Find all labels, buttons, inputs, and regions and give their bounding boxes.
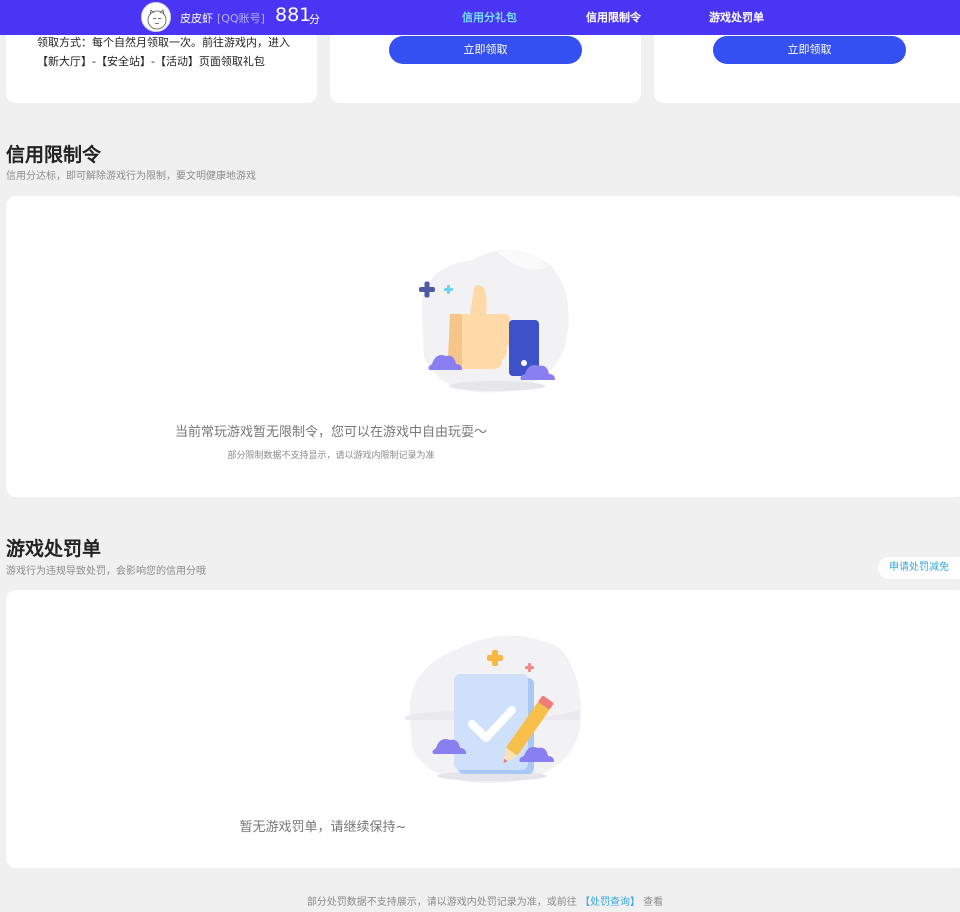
section-title-penalty: 游戏处罚单: [6, 538, 102, 560]
top-bar: 皮皮虾 [QQ账号] 881 分 信用分礼包 信用限制令 游戏处罚单: [0, 0, 960, 37]
section-title-restriction: 信用限制令: [6, 144, 102, 166]
pencil-checkmark-illustration: [405, 635, 581, 784]
penalty-empty-message: 暂无游戏罚单，请继续保持~: [239, 820, 407, 835]
footer-note-text: 部分处罚数据不支持展示，请以游戏内处罚记录为准，或前往: [306, 897, 577, 908]
tab-credit-restriction[interactable]: 信用限制令: [586, 9, 641, 25]
claim-gift-button[interactable]: 立即领取: [389, 36, 582, 64]
apply-penalty-relief-button[interactable]: 申请处罚减免: [878, 557, 960, 579]
restriction-panel: 当前常玩游戏暂无限制令，您可以在游戏中自由玩耍～ 部分限制数据不支持显示，请以游…: [6, 196, 960, 497]
restriction-empty-note: 部分限制数据不支持显示，请以游戏内限制记录为准: [227, 451, 435, 461]
penalty-query-link[interactable]: 【处罚查询】: [580, 897, 640, 908]
section-subtitle-restriction: 信用分达标，即可解除游戏行为限制，要文明健康地游戏: [6, 171, 256, 182]
credit-score: 881: [275, 4, 312, 26]
claim-gift-button[interactable]: 立即领取: [713, 36, 906, 64]
credit-score-unit: 分: [309, 13, 320, 26]
gift-card-3: 立即领取: [654, 35, 960, 103]
cat-face-icon: [147, 9, 167, 30]
tab-credit-gift[interactable]: 信用分礼包: [462, 9, 517, 37]
gift-card-2: 立即领取: [330, 35, 641, 103]
penalty-panel: 暂无游戏罚单，请继续保持~: [6, 590, 960, 868]
user-name: 皮皮虾: [180, 12, 213, 25]
tab-game-penalty[interactable]: 游戏处罚单: [709, 9, 764, 25]
gift-claim-instructions: 领取方式：每个自然月领取一次。前往游戏内，进入【新大厅】-【安全站】-【活动】页…: [37, 36, 290, 68]
thumbs-up-illustration: [419, 249, 569, 393]
account-type-label: [QQ账号]: [217, 12, 265, 25]
footer-note-suffix: 查看: [643, 897, 664, 908]
restriction-empty-message: 当前常玩游戏暂无限制令，您可以在游戏中自由玩耍～: [174, 425, 487, 440]
footer-note: 部分处罚数据不支持展示，请以游戏内处罚记录为准，或前往 【处罚查询】 查看: [0, 893, 960, 908]
avatar[interactable]: [141, 2, 171, 32]
section-subtitle-penalty: 游戏行为违规导致处罚，会影响您的信用分哦: [6, 566, 206, 577]
gift-card-1: 领取方式：每个自然月领取一次。前往游戏内，进入【新大厅】-【安全站】-【活动】页…: [6, 35, 317, 103]
